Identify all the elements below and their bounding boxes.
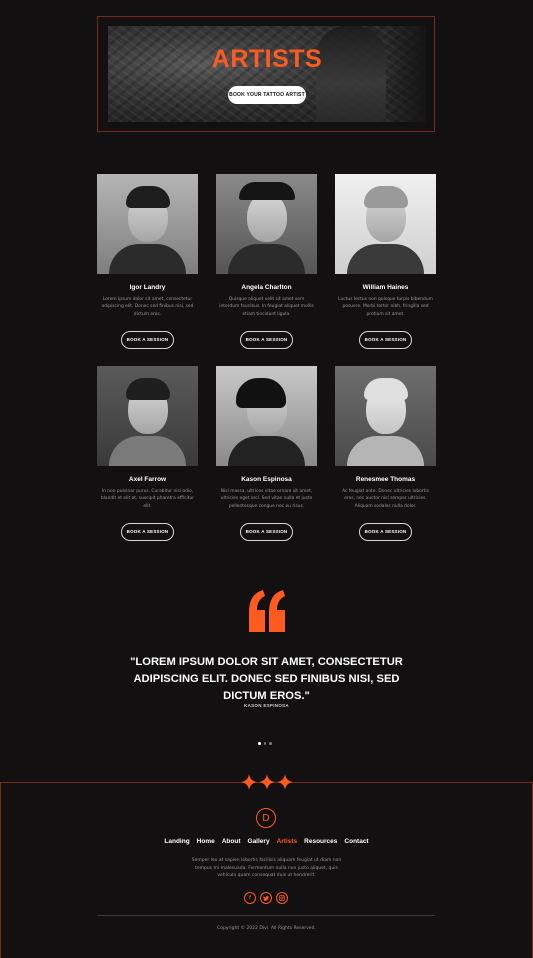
artist-name: Angela Charlton	[241, 284, 292, 291]
slider-dot[interactable]	[269, 742, 272, 745]
footer-nav-contact[interactable]: Contact	[344, 838, 368, 845]
book-session-button[interactable]: BOOK A SESSION	[359, 522, 412, 541]
footer-nav-about[interactable]: About	[222, 838, 241, 845]
footer-nav-gallery[interactable]: Gallery	[248, 838, 270, 845]
artist-bio: Nisl massa, ultrices vitae ornare sit am…	[220, 489, 313, 509]
artist-card: Angela Charlton Quisque aliquet velit si…	[216, 174, 317, 349]
footer-nav-home[interactable]: Home	[197, 838, 215, 845]
book-session-button[interactable]: BOOK A SESSION	[240, 330, 293, 349]
artist-photo	[97, 366, 198, 466]
artist-photo	[97, 174, 198, 274]
instagram-icon[interactable]	[276, 892, 288, 904]
testimonial-quote: "LOREM IPSUM DOLOR SIT AMET, CONSECTETUR…	[130, 656, 403, 702]
artist-card: Renesmee Thomas Ac feugiat ante. Donec u…	[335, 366, 436, 541]
sparkle-icon	[241, 774, 293, 790]
artist-name: Kason Espinosa	[241, 476, 292, 483]
footer-description: Semper leo at sapien lobortis facilisis …	[191, 858, 342, 878]
artist-name: Axel Farrow	[128, 476, 167, 483]
hero-person-image	[316, 26, 386, 122]
artist-name: Renesmee Thomas	[355, 476, 416, 483]
facebook-icon[interactable]: f	[244, 892, 256, 904]
artist-bio: Luctus lectus non quisque turpis bibendu…	[338, 297, 433, 317]
artist-photo	[335, 366, 436, 466]
artist-photo	[216, 174, 317, 274]
footer-nav-resources[interactable]: Resources	[304, 838, 337, 845]
artist-bio: In non pulvinar purus. Curabitur nisi od…	[100, 489, 195, 509]
artist-bio: Ac feugiat ante. Donec ultricies loborti…	[342, 489, 429, 509]
artist-card: Igor Landry Lorem ipsum dolor sit amet, …	[97, 174, 198, 349]
social-links: f	[244, 892, 288, 904]
page-title: ARTISTS	[211, 45, 323, 73]
testimonial-author: KASON ESPINOSA	[244, 703, 289, 708]
footer-nav-landing[interactable]: Landing	[164, 838, 189, 845]
footer-nav-artists[interactable]: Artists	[277, 838, 298, 845]
artist-bio: Quisque aliquet velit sit amet sem inter…	[219, 297, 314, 317]
footer-divider	[97, 915, 435, 916]
slider-dots	[258, 742, 272, 745]
slider-dot[interactable]	[258, 742, 261, 745]
footer-logo[interactable]: D	[256, 808, 276, 828]
footer-nav: Landing Home About Gallery Artists Resou…	[0, 838, 533, 845]
copyright-text: Copyright © 2022 Divi. All Rights Reserv…	[217, 926, 316, 931]
quote-icon	[249, 590, 285, 632]
book-tattoo-artist-button[interactable]: BOOK YOUR TATTOO ARTIST	[228, 86, 306, 104]
artist-bio: Lorem ipsum dolor sit amet, consectetur …	[101, 297, 194, 317]
artist-photo	[216, 366, 317, 466]
artist-card: Axel Farrow In non pulvinar purus. Curab…	[97, 366, 198, 541]
artist-card: William Haines Luctus lectus non quisque…	[335, 174, 436, 349]
slider-dot[interactable]	[263, 742, 266, 745]
artist-card: Kason Espinosa Nisl massa, ultrices vita…	[216, 366, 317, 541]
hero-banner: ARTISTS BOOK YOUR TATTOO ARTIST	[108, 26, 426, 122]
twitter-icon[interactable]	[260, 892, 272, 904]
book-session-button[interactable]: BOOK A SESSION	[240, 522, 293, 541]
book-session-button[interactable]: BOOK A SESSION	[121, 330, 174, 349]
book-session-button[interactable]: BOOK A SESSION	[359, 330, 412, 349]
artist-photo	[335, 174, 436, 274]
artist-name: William Haines	[362, 284, 409, 291]
artist-name: Igor Landry	[129, 284, 166, 291]
book-session-button[interactable]: BOOK A SESSION	[121, 522, 174, 541]
